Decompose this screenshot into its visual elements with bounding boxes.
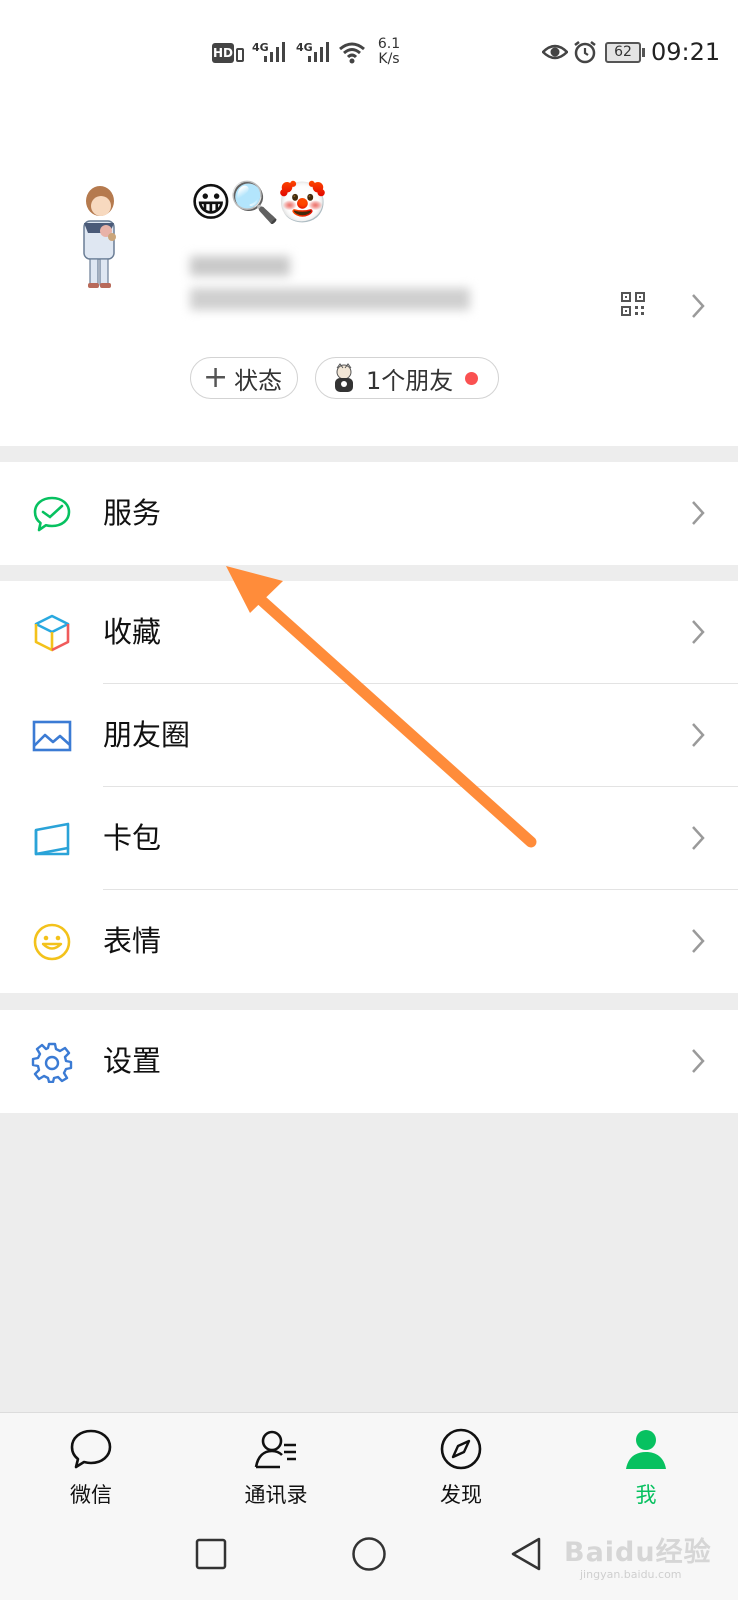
alarm-icon: [574, 41, 596, 64]
contacts-icon: [254, 1430, 296, 1469]
volte-icon: [236, 48, 244, 62]
avatar[interactable]: [70, 183, 130, 289]
friends-status-button[interactable]: 1个朋友: [315, 357, 499, 399]
signal-icon-sim2: [308, 42, 329, 62]
hd-badge: HD: [212, 43, 234, 63]
chevron-right-icon: [692, 723, 705, 747]
menu-item-services[interactable]: 服务: [0, 462, 738, 565]
card-wallet-icon: [34, 822, 70, 856]
battery-icon: 62: [605, 42, 641, 63]
baidu-watermark-url: jingyan.baidu.com: [580, 1568, 682, 1581]
friend-avatar-icon: [335, 363, 353, 392]
tab-label-contacts: 通讯录: [244, 1483, 308, 1507]
wifi-icon: [339, 42, 365, 64]
eye-icon: [542, 44, 568, 60]
status-button-label: 状态: [234, 366, 283, 395]
recent-apps-square-icon[interactable]: [195, 1538, 227, 1570]
moments-picture-icon: [32, 720, 72, 752]
gear-icon: [31, 1042, 73, 1083]
home-circle-icon[interactable]: [351, 1536, 387, 1572]
nickname: 😀🔍🤡: [190, 180, 327, 226]
network-speed: 6.1 K/s: [377, 36, 401, 67]
menu-group-settings: 设置: [0, 1010, 738, 1113]
battery-level: 62: [614, 44, 632, 60]
tab-me[interactable]: 我: [586, 1413, 706, 1523]
menu-item-settings[interactable]: 设置: [0, 1010, 738, 1113]
profile-header: HD 4G 4G 6.1 K/s 62 09:21 😀🔍🤡 + 状态 1个朋友: [0, 0, 738, 446]
baidu-watermark: Baidu经验: [564, 1537, 712, 1568]
add-status-button[interactable]: + 状态: [190, 357, 298, 399]
system-navigation-bar: Baidu经验 jingyan.baidu.com: [0, 1522, 738, 1600]
sticker-smiley-icon: [33, 923, 71, 961]
menu-label-moments: 朋友圈: [103, 718, 191, 752]
favorites-cube-icon: [34, 614, 70, 652]
menu-label-favorites: 收藏: [103, 615, 162, 649]
menu-item-favorites[interactable]: 收藏: [0, 581, 738, 684]
tab-contacts[interactable]: 通讯录: [216, 1413, 336, 1523]
compass-icon: [440, 1428, 482, 1470]
chevron-right-icon: [692, 620, 705, 644]
chevron-right-icon: [692, 501, 705, 525]
menu-group-main: 收藏 朋友圈 卡包 表情: [0, 581, 738, 993]
tab-discover[interactable]: 发现: [401, 1413, 521, 1523]
account-info-blurred: [180, 254, 480, 324]
qr-code-icon[interactable]: [621, 292, 645, 316]
chat-bubble-icon: [70, 1429, 112, 1469]
tab-label-discover: 发现: [440, 1483, 482, 1507]
menu-item-moments[interactable]: 朋友圈: [0, 684, 738, 787]
menu-item-cards[interactable]: 卡包: [0, 787, 738, 890]
tab-label-me: 我: [635, 1483, 657, 1507]
bottom-tab-bar: 微信 通讯录 发现 我: [0, 1412, 738, 1523]
menu-label-services: 服务: [103, 496, 162, 530]
back-triangle-icon[interactable]: [509, 1536, 543, 1572]
services-icon: [33, 496, 71, 532]
clock: 09:21: [651, 38, 721, 66]
plus-icon: +: [203, 360, 229, 395]
menu-label-stickers: 表情: [103, 924, 162, 958]
menu-item-stickers[interactable]: 表情: [0, 890, 738, 993]
menu-group-services: 服务: [0, 462, 738, 565]
chevron-right-icon: [692, 1049, 705, 1073]
person-icon-active: [626, 1430, 666, 1469]
friends-label: 1个朋友: [366, 366, 454, 395]
tab-chats[interactable]: 微信: [31, 1413, 151, 1523]
menu-label-settings: 设置: [103, 1044, 162, 1078]
notification-dot: [465, 371, 479, 385]
tab-label-chats: 微信: [70, 1483, 112, 1507]
signal-icon-sim1: [264, 42, 285, 62]
battery-cap: [642, 48, 645, 57]
menu-label-cards: 卡包: [103, 821, 162, 855]
chevron-right-icon: [692, 826, 705, 850]
profile-chevron-icon[interactable]: [690, 292, 706, 320]
chevron-right-icon: [692, 929, 705, 953]
